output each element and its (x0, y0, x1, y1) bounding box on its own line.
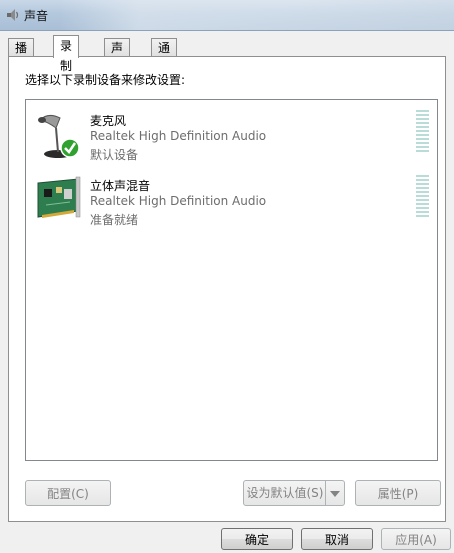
tab-recording[interactable]: 录制 (53, 35, 80, 73)
configure-button[interactable]: 配置(C) (25, 480, 111, 506)
recording-panel: 选择以下录制设备来修改设置: 麦克风 Realtek High Definiti… (8, 56, 446, 522)
device-status: 默认设备 (90, 148, 139, 162)
properties-button[interactable]: 属性(P) (355, 480, 441, 506)
set-default-label: 设为默认值(S) (246, 486, 324, 500)
tab-communications[interactable]: 通信 (151, 38, 178, 73)
window-title: 声音 (24, 9, 49, 23)
chevron-down-icon[interactable] (325, 481, 344, 505)
apply-button[interactable]: 应用(A) (381, 528, 451, 550)
device-name: 立体声混音 (90, 179, 151, 193)
list-item-microphone[interactable]: 麦克风 Realtek High Definition Audio 默认设备 (26, 106, 437, 166)
ok-button[interactable]: 确定 (221, 528, 293, 550)
instruction-label: 选择以下录制设备来修改设置: (25, 73, 186, 87)
speaker-icon (7, 9, 19, 21)
level-meter (416, 110, 429, 152)
level-meter (416, 175, 429, 217)
list-item-stereo-mix[interactable]: 立体声混音 Realtek High Definition Audio 准备就绪 (26, 171, 437, 231)
device-driver: Realtek High Definition Audio (90, 129, 267, 143)
tab-playback[interactable]: 播放 (8, 38, 35, 73)
microphone-icon (38, 114, 80, 158)
cancel-button[interactable]: 取消 (301, 528, 373, 550)
tab-sounds[interactable]: 声音 (104, 38, 131, 73)
device-status: 准备就绪 (90, 213, 139, 227)
title-bar[interactable]: 声音 (0, 0, 454, 31)
title-bar-glass (60, 0, 454, 30)
device-driver: Realtek High Definition Audio (90, 194, 267, 208)
device-list[interactable]: 麦克风 Realtek High Definition Audio 默认设备 立… (25, 99, 438, 461)
set-default-split-button[interactable]: 设为默认值(S) (243, 480, 345, 506)
sound-card-icon (37, 176, 81, 218)
device-name: 麦克风 (90, 114, 127, 128)
